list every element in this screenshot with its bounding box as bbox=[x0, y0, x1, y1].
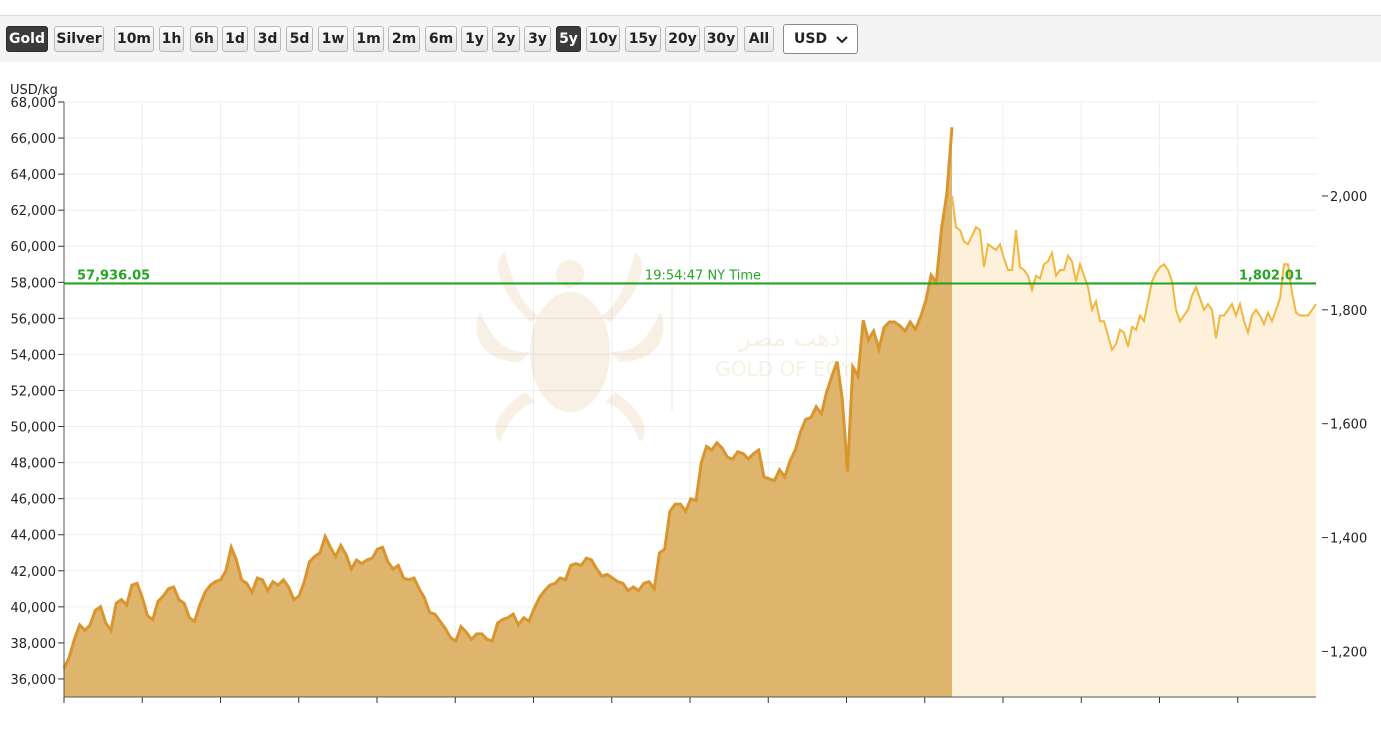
y-tick-label-left: 68,000 bbox=[11, 96, 57, 111]
range-button-2m[interactable]: 2m bbox=[388, 26, 420, 52]
y-tick-label-left: 46,000 bbox=[11, 493, 57, 508]
metal-button-gold[interactable]: Gold bbox=[6, 26, 48, 52]
crosshair-value-right: 1,802.01 bbox=[1239, 268, 1303, 283]
range-button-1h[interactable]: 1h bbox=[159, 26, 184, 52]
range-button-10m[interactable]: 10m bbox=[114, 26, 154, 52]
range-button-6h[interactable]: 6h bbox=[190, 26, 218, 52]
range-button-1d[interactable]: 1d bbox=[222, 26, 248, 52]
y-tick-label-left: 38,000 bbox=[11, 637, 57, 652]
y-tick-label-left: 36,000 bbox=[11, 673, 57, 688]
watermark-logo bbox=[476, 252, 673, 442]
y-tick-label-left: 58,000 bbox=[11, 276, 57, 291]
range-button-1m[interactable]: 1m bbox=[353, 26, 384, 52]
range-button-30y[interactable]: 30y bbox=[704, 26, 738, 52]
range-button-5d[interactable]: 5d bbox=[286, 26, 313, 52]
currency-value: USD bbox=[794, 31, 828, 47]
range-button-2y[interactable]: 2y bbox=[492, 26, 520, 52]
y-tick-label-left: 66,000 bbox=[11, 132, 57, 147]
crosshair-time: 19:54:47 NY Time bbox=[645, 268, 761, 283]
range-button-1w[interactable]: 1w bbox=[318, 26, 348, 52]
watermark-arabic-text: ذهب مصر bbox=[738, 324, 840, 352]
y-tick-label-left: 48,000 bbox=[11, 457, 57, 472]
y-tick-label-left: 40,000 bbox=[11, 601, 57, 616]
range-button-3y[interactable]: 3y bbox=[524, 26, 551, 52]
y-tick-label-left: 52,000 bbox=[11, 384, 57, 399]
range-button-all[interactable]: All bbox=[744, 26, 774, 52]
y-tick-label-left: 54,000 bbox=[11, 348, 57, 363]
y-tick-label-left: 60,000 bbox=[11, 240, 57, 255]
range-button-20y[interactable]: 20y bbox=[665, 26, 700, 52]
y-tick-label-right: 1,600 bbox=[1330, 418, 1367, 433]
range-button-1y[interactable]: 1y bbox=[461, 26, 488, 52]
price-chart[interactable]: USD/kg ذهب مصر GOLD OF EGYPT 36,00038,00… bbox=[0, 62, 1381, 749]
y-tick-label-left: 64,000 bbox=[11, 168, 57, 183]
crosshair-value-left: 57,936.05 bbox=[77, 268, 150, 283]
range-button-5y[interactable]: 5y bbox=[556, 26, 581, 52]
chevron-down-icon bbox=[836, 36, 848, 44]
chart-toolbar: Gold Silver 10m 1h 6h 1d 3d 5d 1w 1m 2m 6m 1y 2y 3y 5y 1… bbox=[0, 16, 1381, 62]
currency-select[interactable]: USD bbox=[783, 24, 858, 54]
y-tick-label-right: 2,000 bbox=[1330, 190, 1367, 205]
y-tick-label-right: 1,400 bbox=[1330, 532, 1367, 547]
y-tick-label-right: 1,200 bbox=[1330, 645, 1367, 660]
range-button-10y[interactable]: 10y bbox=[586, 26, 620, 52]
range-button-15y[interactable]: 15y bbox=[625, 26, 661, 52]
range-button-6m[interactable]: 6m bbox=[425, 26, 457, 52]
y-tick-label-left: 44,000 bbox=[11, 529, 57, 544]
metal-button-silver[interactable]: Silver bbox=[54, 26, 104, 52]
y-tick-label-right: 1,800 bbox=[1330, 304, 1367, 319]
y-tick-label-left: 42,000 bbox=[11, 565, 57, 580]
range-button-3d[interactable]: 3d bbox=[254, 26, 281, 52]
y-tick-label-left: 50,000 bbox=[11, 421, 57, 436]
crosshair: 57,936.05 19:54:47 NY Time 1,802.01 bbox=[64, 268, 1316, 285]
y-tick-label-left: 62,000 bbox=[11, 204, 57, 219]
y-tick-label-left: 56,000 bbox=[11, 312, 57, 327]
